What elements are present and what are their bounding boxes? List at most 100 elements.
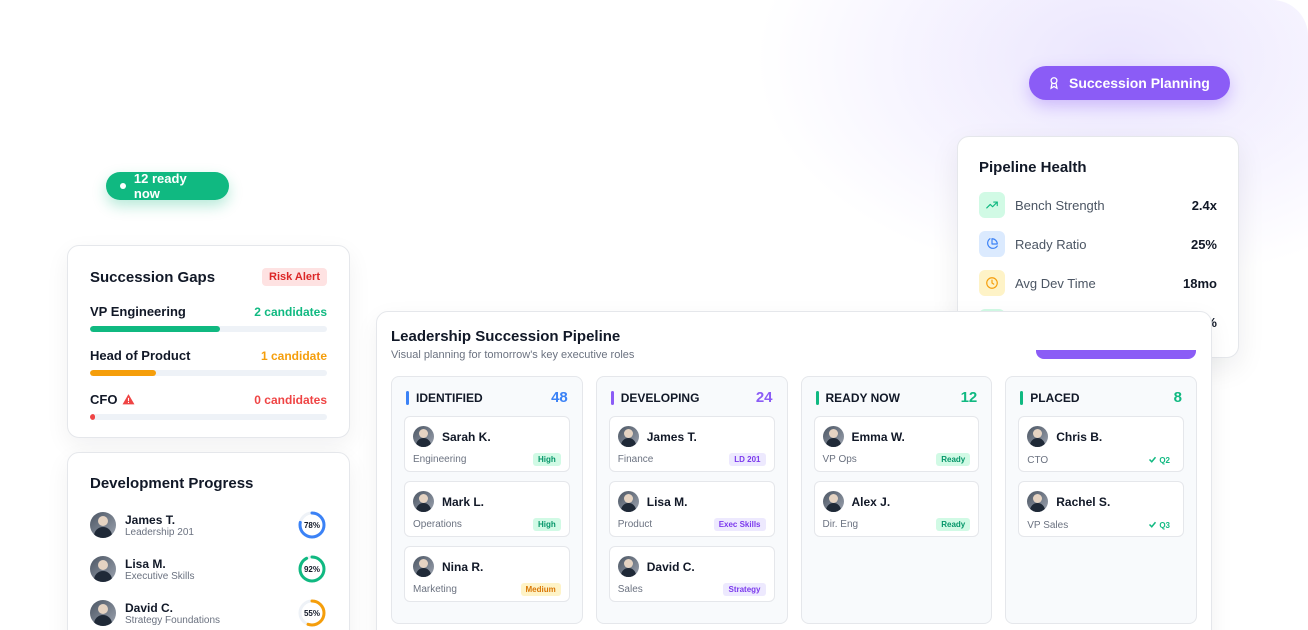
candidate-role: VP Ops [822, 454, 857, 465]
progress-percent: 92% [303, 564, 320, 574]
pipeline-column-ready-now: READY NOW 12 Emma W. VP Ops Ready Alex J. Dir.… [800, 376, 993, 624]
column-count: 12 [960, 389, 978, 406]
dev-text: David C. Strategy Foundations [125, 601, 297, 626]
candidate-card-top: Rachel S. [1027, 491, 1175, 512]
candidate-tag-text: Q3 [1159, 521, 1170, 530]
candidate-tag: Q3 [1143, 518, 1175, 532]
column-count: 8 [1173, 389, 1182, 406]
development-progress-title: Development Progress [90, 475, 254, 492]
candidate-card-bottom: CTO Q2 [1027, 453, 1175, 467]
succession-planning-label: Succession Planning [1069, 75, 1210, 91]
health-value: 25% [1190, 236, 1217, 252]
candidate-card-bottom: Product Exec Skills [618, 518, 766, 531]
gap-progress-fill [90, 370, 157, 376]
candidate-card[interactable]: Rachel S. VP Sales Q3 [1018, 481, 1184, 537]
candidate-tag: High [532, 453, 561, 466]
dev-program: Strategy Foundations [125, 614, 221, 626]
avatar [822, 491, 844, 512]
ready-now-label: 12 ready now [133, 171, 187, 201]
pipeline-title: Leadership Succession Pipeline [391, 328, 621, 345]
column-accent-bar [406, 390, 409, 405]
candidate-card[interactable]: Mark L. Operations High [404, 481, 570, 537]
health-value: 18mo [1183, 275, 1217, 291]
candidate-card-top: Emma W. [822, 426, 971, 447]
gap-progress-track [90, 414, 327, 420]
gap-role: VP Engineering [90, 304, 186, 319]
candidate-card-top: Chris B. [1027, 426, 1175, 447]
gap-progress-fill [90, 414, 95, 420]
candidate-tag-text: Exec Skills [718, 520, 761, 529]
candidate-card-top: Sarah K. [413, 426, 561, 447]
column-count: 48 [551, 389, 568, 406]
candidate-name: Mark L. [442, 494, 485, 509]
avatar [617, 556, 639, 577]
risk-alert-badge: Risk Alert [262, 268, 327, 286]
candidate-card-bottom: Operations High [413, 518, 561, 531]
dev-row[interactable]: Lisa M. Executive Skills 92% [90, 554, 327, 584]
candidate-card-top: Mark L. [413, 491, 561, 512]
gap-count: 2 candidates [254, 304, 327, 319]
candidate-role: Product [617, 519, 653, 530]
candidate-card-bottom: Engineering High [413, 453, 561, 466]
candidate-tag: Ready [936, 518, 971, 531]
award-icon [1050, 77, 1058, 90]
column-label: READY NOW [815, 390, 900, 405]
candidate-card-top: Nina R. [413, 556, 561, 577]
gap-item-header: Head of Product 1 candidate [90, 348, 327, 363]
hidden-action-button[interactable] [1036, 350, 1196, 359]
column-header: IDENTIFIED 48 [404, 389, 570, 406]
candidate-name: Emma W. [851, 429, 905, 444]
pipeline-column-developing: DEVELOPING 24 James T. Finance LD 201 Lisa M.… [595, 376, 788, 624]
column-header: READY NOW 12 [814, 389, 980, 406]
gap-item: VP Engineering 2 candidates [90, 304, 327, 332]
gap-role-label: Head of Product [90, 348, 191, 363]
gap-item: CFO 0 candidates [90, 392, 327, 420]
candidate-card-bottom: VP Sales Q3 [1027, 518, 1175, 532]
candidate-card[interactable]: James T. Finance LD 201 [608, 416, 775, 472]
clock-icon [986, 277, 998, 289]
dev-text: James T. Leadership 201 [125, 513, 297, 538]
column-label-text: IDENTIFIED [416, 390, 483, 405]
candidate-name: Lisa M. [646, 494, 688, 509]
column-label-text: DEVELOPING [620, 390, 700, 405]
gap-progress-track [90, 370, 327, 376]
progress-percent: 55% [303, 608, 320, 618]
dev-row[interactable]: James T. Leadership 201 78% [90, 510, 327, 540]
dev-program: Executive Skills [125, 570, 195, 582]
trending-up-icon [986, 201, 998, 209]
candidate-card[interactable]: David C. Sales Strategy [608, 546, 775, 602]
check-icon [1149, 521, 1157, 528]
gap-item-header: CFO 0 candidates [90, 392, 327, 407]
candidate-card[interactable]: Lisa M. Product Exec Skills [608, 481, 775, 537]
candidate-tag: Q2 [1143, 453, 1175, 467]
candidate-card-bottom: Marketing Medium [413, 583, 561, 596]
avatar [413, 556, 434, 577]
gap-item: Head of Product 1 candidate [90, 348, 327, 376]
candidate-card[interactable]: Chris B. CTO Q2 [1018, 416, 1184, 472]
avatar [617, 426, 639, 447]
dev-program: Leadership 201 [125, 526, 194, 538]
avatar [90, 600, 116, 626]
succession-gaps-card: Succession Gaps Risk Alert VP Engineerin… [67, 245, 350, 438]
dev-row[interactable]: David C. Strategy Foundations 55% [90, 598, 327, 628]
column-label: IDENTIFIED [406, 390, 483, 405]
dev-name: James T. [125, 512, 176, 527]
succession-planning-badge[interactable]: Succession Planning [1029, 66, 1230, 100]
dev-name: David C. [125, 600, 174, 615]
candidate-name: Nina R. [442, 559, 484, 574]
health-value: 2.4x [1191, 197, 1217, 213]
candidate-tag-text: High [537, 455, 556, 464]
candidate-name: Chris B. [1056, 429, 1103, 444]
candidate-card[interactable]: Nina R. Marketing Medium [404, 546, 570, 602]
candidate-card[interactable]: Sarah K. Engineering High [404, 416, 570, 472]
progress-ring: 55% [297, 598, 327, 628]
column-accent-bar [1020, 390, 1024, 405]
column-label: PLACED [1020, 390, 1080, 405]
candidate-role: Sales [617, 584, 643, 595]
gap-role: Head of Product [90, 348, 190, 363]
gap-role: CFO [90, 392, 135, 407]
candidate-name: James T. [646, 429, 697, 444]
pie-chart-icon [987, 238, 998, 249]
candidate-card[interactable]: Emma W. VP Ops Ready [813, 416, 980, 472]
candidate-card[interactable]: Alex J. Dir. Eng Ready [813, 481, 980, 537]
